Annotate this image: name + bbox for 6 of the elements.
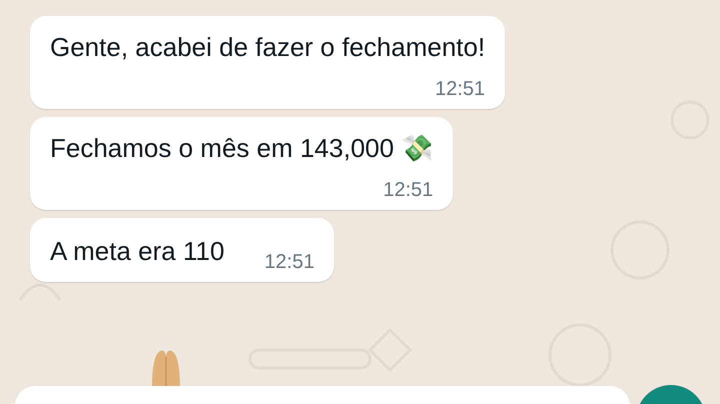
message-time: 12:51: [264, 251, 314, 274]
message-text: Gente, acabei de fazer o fechamento!: [50, 31, 486, 64]
message-time: 12:51: [434, 78, 486, 101]
message-text: A meta era 110: [50, 235, 224, 268]
message-text: Fechamos o mês em 143,000 💸: [50, 132, 434, 165]
message-time: 12:51: [382, 179, 434, 202]
